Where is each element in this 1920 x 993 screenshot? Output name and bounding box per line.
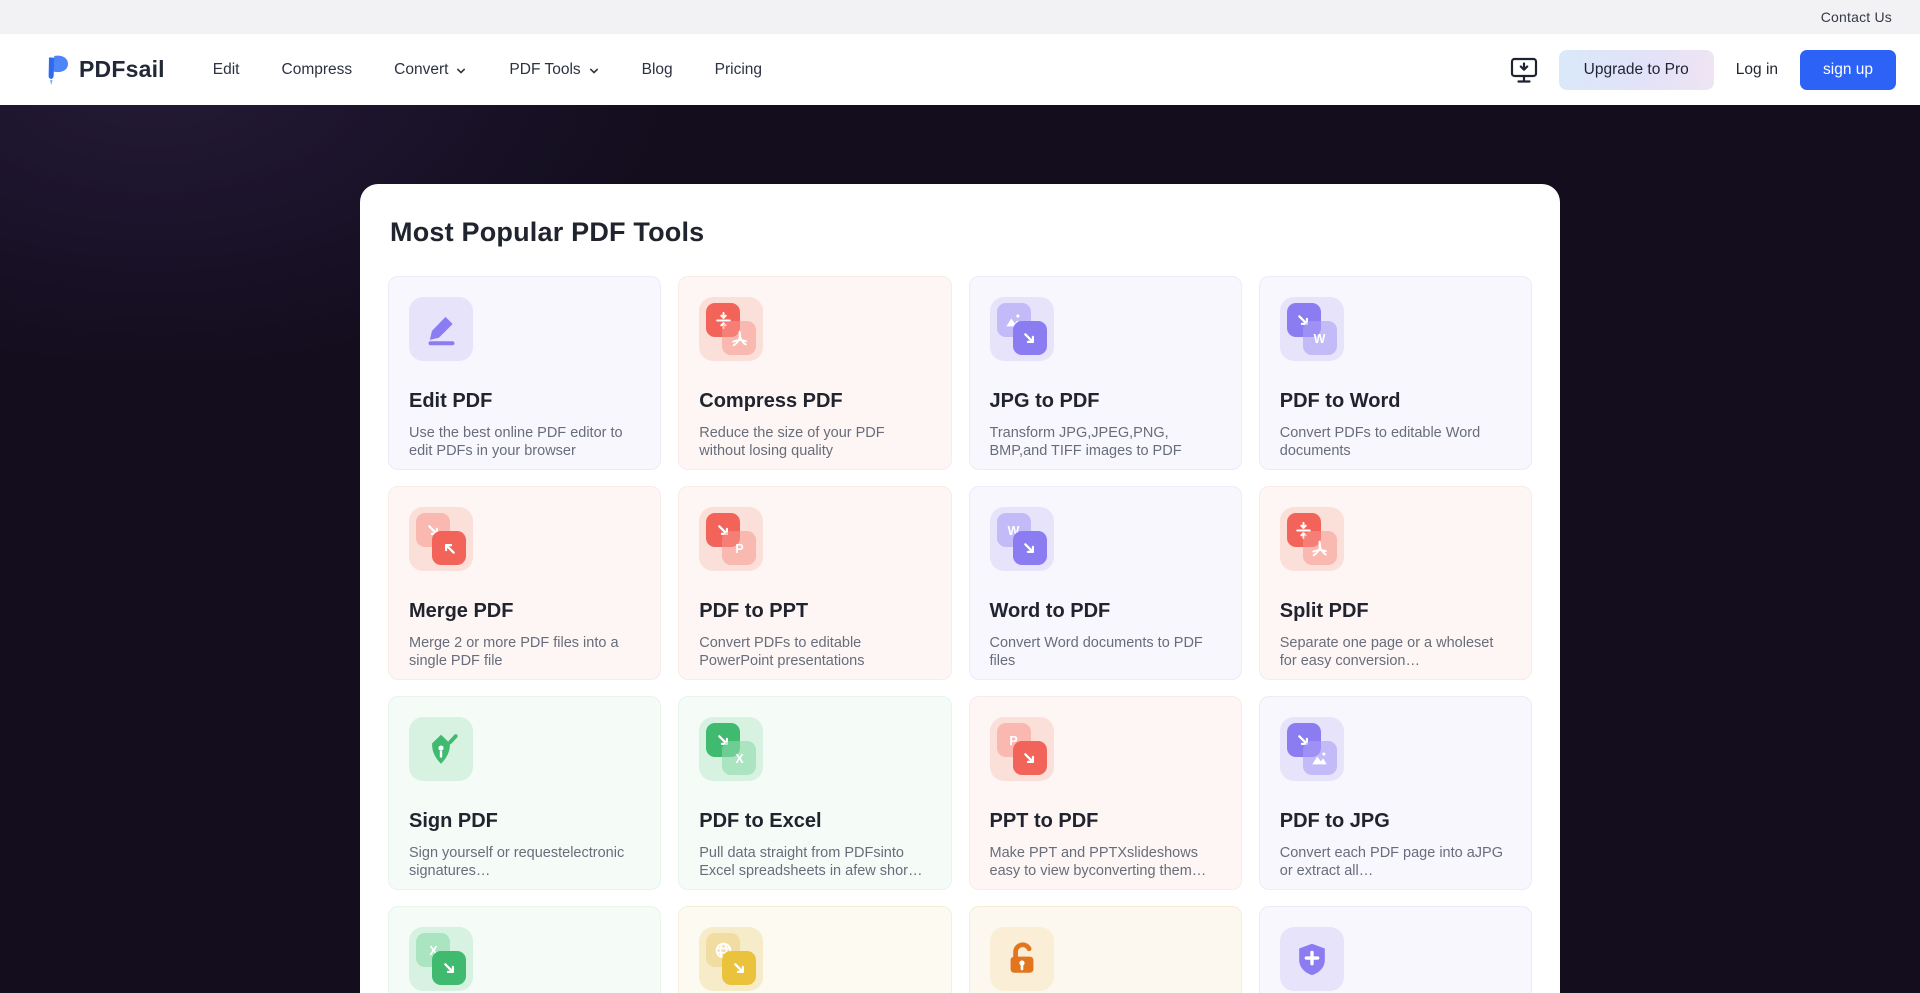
nav-item-compress[interactable]: Compress (282, 61, 353, 79)
nav-item-label: Convert (394, 61, 448, 79)
tool-card-description: Transform JPG,JPEG,PNG, BMP,and TIFF ima… (990, 424, 1221, 460)
pdf-to-word-icon: W (1280, 297, 1344, 361)
tool-card-pdf-to-ppt[interactable]: P PDF to PPT Convert PDFs to editable Powe… (678, 486, 951, 680)
pdfsail-logo-icon (40, 53, 70, 87)
tool-card-html-to-pdf[interactable] (678, 906, 951, 993)
tool-card-title: Sign PDF (409, 809, 640, 833)
tool-card-description: Convert PDFs to editable PowerPoint pres… (699, 634, 930, 670)
tool-card-pdf-to-jpg[interactable]: PDF to JPG Convert each PDF page into aJP… (1259, 696, 1532, 890)
section-title: Most Popular PDF Tools (390, 214, 1532, 250)
tool-card-edit-pdf[interactable]: Edit PDF Use the best online PDF editor t… (388, 276, 661, 470)
tool-card-pdf-to-excel[interactable]: X PDF to Excel Pull data straight from PDF… (678, 696, 951, 890)
desktop-download-icon[interactable] (1509, 56, 1539, 84)
tool-card-title: Split PDF (1280, 599, 1511, 623)
nav-item-pdf-tools[interactable]: PDF Tools (509, 61, 599, 79)
tool-card-title: Merge PDF (409, 599, 640, 623)
nav-item-label: Blog (642, 61, 673, 79)
log-in-link[interactable]: Log in (1734, 61, 1780, 79)
pdf-to-excel-icon: X (699, 717, 763, 781)
nav-item-label: Edit (213, 61, 240, 79)
edit-pencil-icon (409, 297, 473, 361)
contact-us-link[interactable]: Contact Us (1821, 9, 1892, 25)
svg-text:W: W (1314, 332, 1326, 346)
nav-item-edit[interactable]: Edit (213, 61, 240, 79)
svg-text:X: X (735, 752, 744, 766)
nav-item-convert[interactable]: Convert (394, 61, 467, 79)
tool-card-protect-pdf[interactable] (1259, 906, 1532, 993)
sign-pdf-icon (409, 717, 473, 781)
tool-card-description: Use the best online PDF editor to edit P… (409, 424, 640, 460)
tool-card-title: PDF to JPG (1280, 809, 1511, 833)
tool-card-description: Convert Word documents to PDF files (990, 634, 1221, 670)
main-content: Most Popular PDF Tools Edit PDF Use the b… (0, 105, 1920, 993)
tool-card-ppt-to-pdf[interactable]: P PPT to PDF Make PPT and PPTXslideshows e… (969, 696, 1242, 890)
tool-card-word-to-pdf[interactable]: W Word to PDF Convert Word documents to PD… (969, 486, 1242, 680)
header: PDFsail Edit Compress Convert PDF Tools Bl… (0, 34, 1920, 105)
tool-card-jpg-to-pdf[interactable]: JPG to PDF Transform JPG,JPEG,PNG, BMP,an… (969, 276, 1242, 470)
tool-card-title: Compress PDF (699, 389, 930, 413)
tool-card-split-pdf[interactable]: Split PDF Separate one page or a wholeset… (1259, 486, 1532, 680)
brand-name: PDFsail (79, 56, 165, 83)
tool-card-description: Separate one page or a wholeset for easy… (1280, 634, 1511, 670)
popular-tools-panel: Most Popular PDF Tools Edit PDF Use the b… (360, 184, 1560, 993)
tool-card-title: Word to PDF (990, 599, 1221, 623)
tool-card-description: Pull data straight from PDFsinto Excel s… (699, 844, 930, 880)
upgrade-to-pro-button[interactable]: Upgrade to Pro (1559, 50, 1714, 90)
topbar: Contact Us (0, 0, 1920, 34)
tool-card-title: PDF to PPT (699, 599, 930, 623)
tool-card-description: Make PPT and PPTXslideshows easy to view… (990, 844, 1221, 880)
protect-pdf-icon (1280, 927, 1344, 991)
nav-item-blog[interactable]: Blog (642, 61, 673, 79)
main-nav: Edit Compress Convert PDF Tools Blog Pricin… (213, 61, 762, 79)
tool-card-description: Sign yourself or requestelectronic signa… (409, 844, 640, 880)
tools-grid: Edit PDF Use the best online PDF editor t… (388, 276, 1532, 993)
pdf-to-jpg-icon (1280, 717, 1344, 781)
merge-pdf-icon (409, 507, 473, 571)
nav-item-pricing[interactable]: Pricing (715, 61, 762, 79)
tool-card-title: PPT to PDF (990, 809, 1221, 833)
tool-card-title: PDF to Word (1280, 389, 1511, 413)
sign-up-button[interactable]: sign up (1800, 50, 1896, 90)
brand-logo[interactable]: PDFsail (40, 53, 165, 87)
tool-card-description: Reduce the size of your PDF without losi… (699, 424, 930, 460)
compress-pdf-icon (699, 297, 763, 361)
chevron-down-icon (455, 65, 467, 77)
unlock-pdf-icon (990, 927, 1054, 991)
header-actions: Upgrade to Pro Log in sign up (1509, 50, 1896, 90)
tool-card-description: Convert PDFs to editable Word documents (1280, 424, 1511, 460)
jpg-to-pdf-icon (990, 297, 1054, 361)
chevron-down-icon (588, 65, 600, 77)
excel-to-pdf-icon: X (409, 927, 473, 991)
tool-card-pdf-to-word[interactable]: W PDF to Word Convert PDFs to editable Wor… (1259, 276, 1532, 470)
nav-item-label: Compress (282, 61, 353, 79)
tool-card-merge-pdf[interactable]: Merge PDF Merge 2 or more PDF files into … (388, 486, 661, 680)
tool-card-title: JPG to PDF (990, 389, 1221, 413)
tool-card-title: PDF to Excel (699, 809, 930, 833)
word-to-pdf-icon: W (990, 507, 1054, 571)
nav-item-label: Pricing (715, 61, 762, 79)
tool-card-unlock-pdf[interactable] (969, 906, 1242, 993)
tool-card-description: Merge 2 or more PDF files into a single … (409, 634, 640, 670)
split-pdf-icon (1280, 507, 1344, 571)
tool-card-excel-to-pdf[interactable]: X (388, 906, 661, 993)
tool-card-title: Edit PDF (409, 389, 640, 413)
tool-card-compress-pdf[interactable]: Compress PDF Reduce the size of your PDF … (678, 276, 951, 470)
tool-card-description: Convert each PDF page into aJPG or extra… (1280, 844, 1511, 880)
svg-text:P: P (735, 542, 743, 556)
html-to-pdf-icon (699, 927, 763, 991)
nav-item-label: PDF Tools (509, 61, 580, 79)
ppt-to-pdf-icon: P (990, 717, 1054, 781)
pdf-to-ppt-icon: P (699, 507, 763, 571)
tool-card-sign-pdf[interactable]: Sign PDF Sign yourself or requestelectron… (388, 696, 661, 890)
